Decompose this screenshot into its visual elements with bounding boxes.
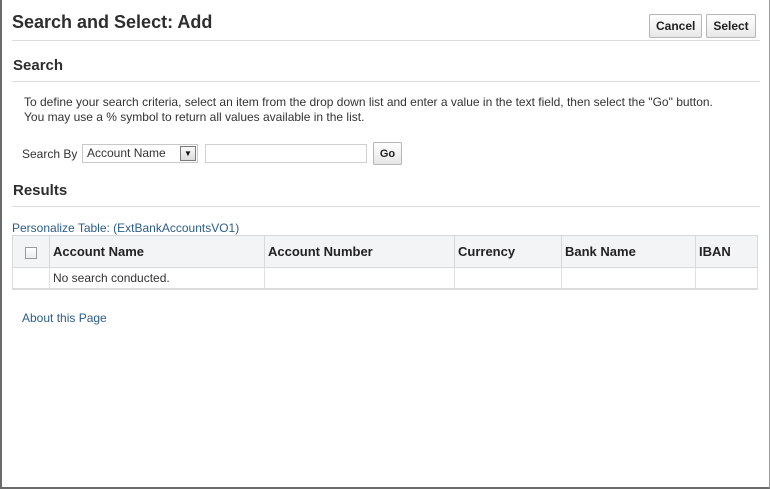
select-all-checkbox[interactable] [25,246,37,259]
search-divider [12,81,760,82]
search-section-title: Search [13,57,64,74]
column-header-account-name[interactable]: Account Name [49,235,265,268]
personalize-table-link[interactable]: Personalize Table: (ExtBankAccountsVO1) [12,221,239,235]
results-divider [12,206,760,207]
column-header-iban[interactable]: IBAN [695,235,758,268]
table-row: No search conducted. [12,267,758,290]
cancel-button[interactable]: Cancel [649,14,702,38]
table-cell [454,267,562,290]
column-header-bank-name[interactable]: Bank Name [561,235,696,268]
search-by-select[interactable]: Account Name ▼ [82,144,198,163]
about-page-link[interactable]: About this Page [22,311,107,325]
column-header-account-number[interactable]: Account Number [264,235,455,268]
table-cell [561,267,696,290]
table-cell [12,267,50,290]
title-divider [12,40,760,41]
instructions-line-2: You may use a % symbol to return all val… [24,110,365,124]
page-title: Search and Select: Add [12,12,213,32]
table-cell [264,267,455,290]
go-button[interactable]: Go [373,142,402,165]
column-header-currency[interactable]: Currency [454,235,562,268]
results-table: Account Name Account Number Currency Ban… [12,235,758,290]
search-by-label: Search By [22,147,78,161]
empty-results-message: No search conducted. [49,267,265,290]
instructions-line-1: To define your search criteria, select a… [24,95,713,109]
table-header-row: Account Name Account Number Currency Ban… [12,235,758,268]
search-value-input[interactable] [205,144,367,163]
search-instructions: To define your search criteria, select a… [24,95,744,125]
select-all-cell [12,235,50,268]
search-by-selected-value: Account Name [87,146,166,160]
results-section-title: Results [13,182,68,199]
table-cell [695,267,758,290]
chevron-down-icon[interactable]: ▼ [180,146,196,161]
select-button[interactable]: Select [706,14,756,38]
